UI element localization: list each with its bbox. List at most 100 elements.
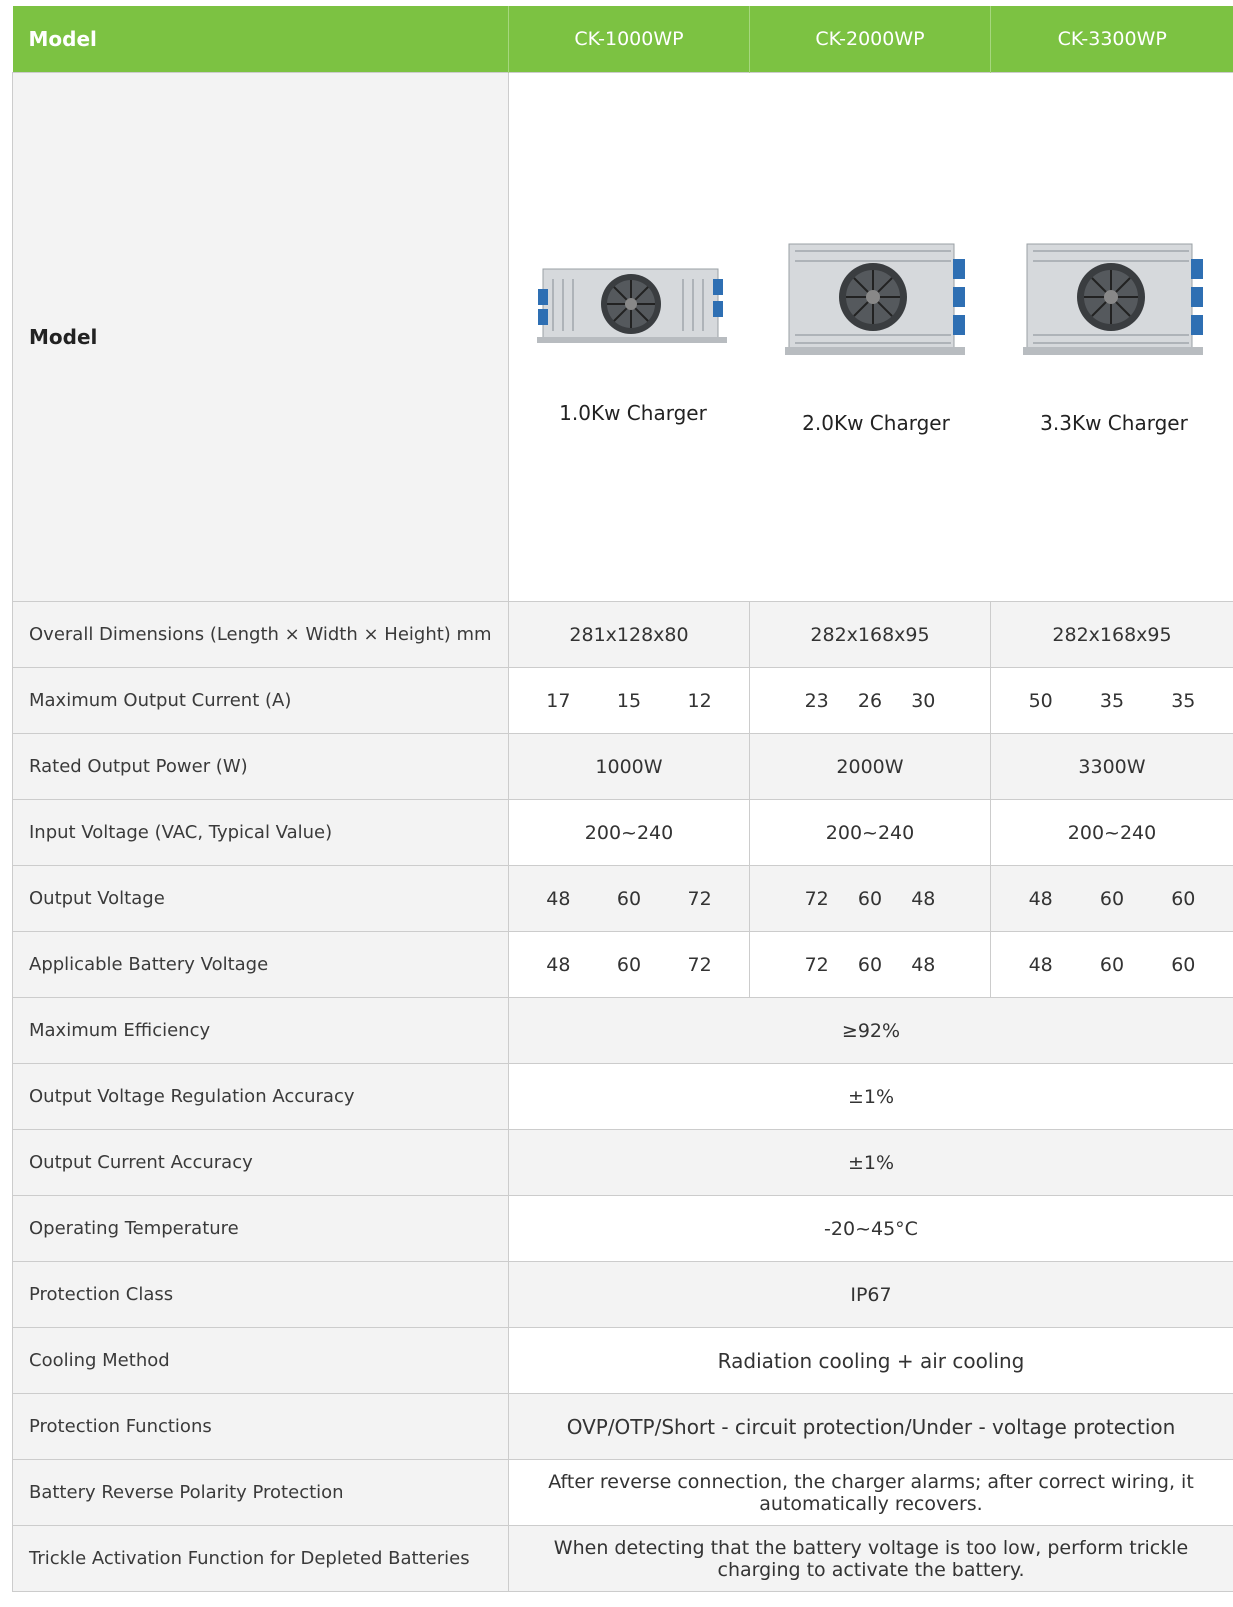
sub-value: 26 — [857, 689, 883, 712]
cell-value: 50 35 35 — [990, 667, 1233, 734]
row-label: Trickle Activation Function for Depleted… — [12, 1525, 509, 1592]
row-label: Protection Functions — [12, 1393, 509, 1460]
cell-value: ±1% — [508, 1063, 1233, 1130]
row-dimensions: Overall Dimensions (Length × Width × Hei… — [12, 601, 1233, 668]
row-protection-class: Protection Class IP67 — [12, 1261, 1233, 1328]
cell-value: 200~240 — [508, 799, 750, 866]
cell-text: After reverse connection, the charger al… — [548, 1470, 1194, 1515]
sub-value: 72 — [804, 887, 829, 910]
product-2: 2.0Kw Charger — [781, 239, 971, 435]
row-input-voltage: Input Voltage (VAC, Typical Value) 200~2… — [12, 799, 1233, 866]
cell-value: OVP/OTP/Short - circuit protection/Under… — [508, 1393, 1233, 1460]
row-label: Output Voltage Regulation Accuracy — [12, 1063, 509, 1130]
row-label: Input Voltage (VAC, Typical Value) — [12, 799, 509, 866]
cell-value: -20~45°C — [508, 1195, 1233, 1262]
header-row: Model CK-1000WP CK-2000WP CK-3300WP — [12, 6, 1233, 73]
row-trickle: Trickle Activation Function for Depleted… — [12, 1525, 1233, 1592]
row-label: Battery Reverse Polarity Protection — [12, 1459, 509, 1526]
cell-value: 72 60 48 — [749, 931, 991, 998]
product-images-cell: 1.0Kw Charger 2.0Kw Charger 3.3Kw Charge… — [508, 72, 1233, 602]
header-label: Model — [12, 6, 509, 73]
sub-value: 35 — [1171, 689, 1196, 712]
cell-value: 48 60 60 — [990, 865, 1233, 932]
cell-value: 1000W — [508, 733, 750, 800]
sub-value: 60 — [616, 887, 642, 910]
sub-value: 72 — [687, 953, 712, 976]
cell-value: 23 26 30 — [749, 667, 991, 734]
row-label: Applicable Battery Voltage — [12, 931, 509, 998]
header-model-1: CK-1000WP — [508, 6, 750, 73]
sub-value: 60 — [857, 887, 883, 910]
row-label: Protection Class — [12, 1261, 509, 1328]
row-label: Overall Dimensions (Length × Width × Hei… — [12, 601, 509, 668]
sub-value: 60 — [1099, 887, 1125, 910]
sub-value: 50 — [1028, 689, 1053, 712]
row-label: Rated Output Power (W) — [12, 733, 509, 800]
cell-value: ±1% — [508, 1129, 1233, 1196]
cell-value: When detecting that the battery voltage … — [508, 1525, 1233, 1592]
sub-value: 72 — [687, 887, 712, 910]
sub-value: 60 — [1171, 887, 1196, 910]
charger-3kw-image — [1023, 243, 1203, 355]
product-1: 1.0Kw Charger — [533, 249, 733, 425]
cell-value: 282x168x95 — [749, 601, 991, 668]
row-cooling: Cooling Method Radiation cooling + air c… — [12, 1327, 1233, 1394]
cell-value: ≥92% — [508, 997, 1233, 1064]
row-label: Output Voltage — [12, 865, 509, 932]
row-operating-temp: Operating Temperature -20~45°C — [12, 1195, 1233, 1262]
header-model-3: CK-3300WP — [990, 6, 1233, 73]
spec-table: Model CK-1000WP CK-2000WP CK-3300WP Mode… — [12, 6, 1233, 1592]
row-voltage-accuracy: Output Voltage Regulation Accuracy ±1% — [12, 1063, 1233, 1130]
charger-2kw-image — [785, 243, 965, 355]
sub-value: 48 — [911, 953, 936, 976]
row-protection-functions: Protection Functions OVP/OTP/Short - cir… — [12, 1393, 1233, 1460]
product-caption-1: 1.0Kw Charger — [559, 401, 707, 425]
sub-value: 23 — [804, 689, 829, 712]
row-current-accuracy: Output Current Accuracy ±1% — [12, 1129, 1233, 1196]
cell-value: 48 60 72 — [508, 931, 750, 998]
cell-value: 48 60 60 — [990, 931, 1233, 998]
product-3: 3.3Kw Charger — [1019, 239, 1209, 435]
row-label: Operating Temperature — [12, 1195, 509, 1262]
cell-value: After reverse connection, the charger al… — [508, 1459, 1233, 1526]
cell-value: 200~240 — [749, 799, 991, 866]
sub-value: 48 — [546, 887, 571, 910]
cell-value: 72 60 48 — [749, 865, 991, 932]
sub-value: 17 — [546, 689, 571, 712]
row-max-efficiency: Maximum Efficiency ≥92% — [12, 997, 1233, 1064]
row-label: Output Current Accuracy — [12, 1129, 509, 1196]
sub-value: 60 — [1171, 953, 1196, 976]
sub-value: 48 — [1028, 887, 1053, 910]
sub-value: 12 — [687, 689, 712, 712]
cell-value: 200~240 — [990, 799, 1233, 866]
cell-value: Radiation cooling + air cooling — [508, 1327, 1233, 1394]
sub-value: 48 — [1028, 953, 1053, 976]
product-image-row: Model 1.0Kw Charger 2.0Kw Charger 3.3Kw … — [12, 72, 1233, 602]
sub-value: 48 — [546, 953, 571, 976]
sub-value: 60 — [616, 953, 642, 976]
sub-value: 48 — [911, 887, 936, 910]
row-battery-voltage: Applicable Battery Voltage 48 60 72 72 60 48… — [12, 931, 1233, 998]
charger-1kw-image — [537, 268, 727, 343]
cell-text: When detecting that the battery voltage … — [553, 1536, 1189, 1581]
sub-value: 60 — [1099, 953, 1125, 976]
image-row-label: Model — [12, 72, 509, 602]
cell-value: 17 15 12 — [508, 667, 750, 734]
sub-value: 30 — [911, 689, 936, 712]
sub-value: 15 — [616, 689, 642, 712]
row-rated-power: Rated Output Power (W) 1000W 2000W 3300W — [12, 733, 1233, 800]
cell-value: IP67 — [508, 1261, 1233, 1328]
row-reverse-polarity: Battery Reverse Polarity Protection Afte… — [12, 1459, 1233, 1526]
header-model-2: CK-2000WP — [749, 6, 991, 73]
spec-table-wrapper: Model CK-1000WP CK-2000WP CK-3300WP Mode… — [12, 6, 1233, 1592]
row-max-current: Maximum Output Current (A) 17 15 12 23 26 30… — [12, 667, 1233, 734]
product-caption-2: 2.0Kw Charger — [802, 411, 950, 435]
sub-value: 72 — [804, 953, 829, 976]
cell-value: 281x128x80 — [508, 601, 750, 668]
row-label: Cooling Method — [12, 1327, 509, 1394]
cell-value: 48 60 72 — [508, 865, 750, 932]
sub-value: 60 — [857, 953, 883, 976]
cell-value: 2000W — [749, 733, 991, 800]
row-label: Maximum Output Current (A) — [12, 667, 509, 734]
sub-value: 35 — [1099, 689, 1125, 712]
